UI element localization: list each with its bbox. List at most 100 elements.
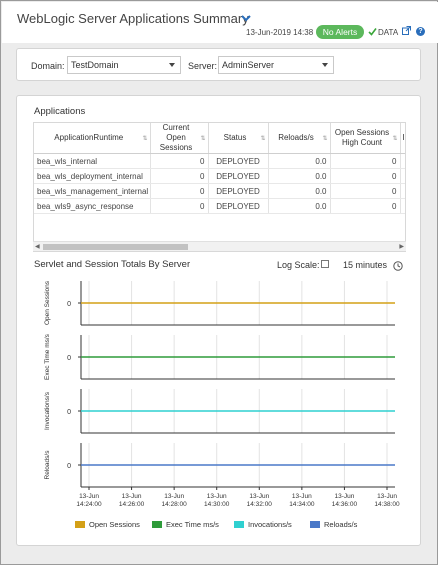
x-tick-label-date: 13-Jun xyxy=(334,493,354,500)
cell-open-sessions-high-count: 0 xyxy=(330,198,401,214)
scroll-left-icon[interactable]: ◀ xyxy=(35,243,40,250)
table-row[interactable]: bea_wls_deployment_internal 0 DEPLOYED 0… xyxy=(34,168,405,184)
legend-swatch xyxy=(234,521,244,528)
cell-application-runtime: bea_wls_management_internal xyxy=(34,183,151,199)
x-tick-label-date: 13-Jun xyxy=(164,493,184,500)
x-tick-label-time: 14:26:00 xyxy=(119,501,145,508)
sort-icon: ⇅ xyxy=(142,136,148,142)
y-tick-label: 0 xyxy=(67,301,71,308)
column-header-open-sessions-high-count[interactable]: Open Sessions High Count ⇅ xyxy=(330,123,401,154)
domain-select[interactable]: TestDomain xyxy=(67,56,181,74)
timestamp: 13-Jun-2019 14:38 xyxy=(246,28,314,37)
server-select[interactable]: AdminServer xyxy=(218,56,334,74)
legend-item[interactable]: Exec Time ms/s xyxy=(152,520,219,529)
cell-open-sessions-high-count: 0 xyxy=(330,168,401,184)
y-tick-label: 0 xyxy=(67,409,71,416)
data-label: DATA xyxy=(378,28,399,37)
x-tick-label-time: 14:38:00 xyxy=(374,501,400,508)
cell-truncated xyxy=(400,183,405,199)
server-label: Server: xyxy=(188,61,218,71)
table-horizontal-scrollbar[interactable]: ◀ ▶ xyxy=(33,241,406,251)
cell-open-sessions-high-count: 0 xyxy=(330,183,401,199)
scroll-right-icon[interactable]: ▶ xyxy=(399,243,404,250)
column-header-current-open-sessions[interactable]: Current Open Sessions ⇅ xyxy=(150,123,209,154)
cell-truncated xyxy=(400,153,405,169)
cell-application-runtime: bea_wls_deployment_internal xyxy=(34,168,151,184)
cell-status: DEPLOYED xyxy=(208,168,269,184)
caret-down-icon xyxy=(322,63,328,67)
x-tick-label-time: 14:36:00 xyxy=(332,501,358,508)
chevron-down-icon[interactable] xyxy=(240,13,252,23)
cell-current-open-sessions: 0 xyxy=(150,183,209,199)
applications-table: ApplicationRuntime ⇅ Current Open Session… xyxy=(33,122,406,252)
legend-swatch xyxy=(152,521,162,528)
cell-status: DEPLOYED xyxy=(208,183,269,199)
legend-item[interactable]: Invocations/s xyxy=(234,520,292,529)
check-icon xyxy=(368,28,377,36)
cell-status: DEPLOYED xyxy=(208,153,269,169)
log-scale-label: Log Scale: xyxy=(277,260,320,270)
log-scale-checkbox[interactable] xyxy=(321,260,329,268)
legend-item[interactable]: Reloads/s xyxy=(310,520,357,529)
cell-reloads: 0.0 xyxy=(268,198,331,214)
cell-truncated xyxy=(400,168,405,184)
sort-icon: ⇅ xyxy=(322,136,328,142)
column-header-truncated[interactable]: I xyxy=(400,123,405,154)
x-tick-label-time: 14:32:00 xyxy=(247,501,273,508)
column-header-status[interactable]: Status ⇅ xyxy=(208,123,269,154)
legend-label: Exec Time ms/s xyxy=(166,520,219,529)
external-link-icon[interactable] xyxy=(402,26,411,35)
legend-label: Open Sessions xyxy=(89,520,140,529)
column-header-label: Status xyxy=(223,133,247,142)
x-tick-label-time: 14:24:00 xyxy=(76,501,102,508)
column-header-label: I xyxy=(402,133,405,142)
cell-open-sessions-high-count: 0 xyxy=(330,153,401,169)
totals-chart: 0 Open Sessions 0 Exec Time ms/s 0 Invocation… xyxy=(44,280,400,508)
y-axis-label: Exec Time ms/s xyxy=(44,333,51,380)
table-row[interactable]: bea_wls_internal 0 DEPLOYED 0.0 0 xyxy=(34,153,405,169)
y-axis-label: Open Sessions xyxy=(44,280,51,325)
column-header-application-runtime[interactable]: ApplicationRuntime ⇅ xyxy=(34,123,151,154)
y-axis-label: Invocations/s xyxy=(44,391,51,430)
applications-title: Applications xyxy=(34,106,86,117)
x-tick-label-time: 14:34:00 xyxy=(289,501,315,508)
x-tick-label-date: 13-Jun xyxy=(79,493,99,500)
cell-current-open-sessions: 0 xyxy=(150,168,209,184)
y-axis-label: Reloads/s xyxy=(44,450,51,480)
cell-application-runtime: bea_wls_internal xyxy=(34,153,151,169)
help-icon[interactable]: ? xyxy=(416,27,425,36)
legend-item[interactable]: Open Sessions xyxy=(75,520,140,529)
table-row[interactable]: bea_wls9_async_response 0 DEPLOYED 0.0 0 xyxy=(34,198,405,214)
page-title: WebLogic Server Applications Summary xyxy=(17,11,249,26)
scrollbar-thumb[interactable] xyxy=(43,244,188,250)
x-tick-label-date: 13-Jun xyxy=(122,493,142,500)
cell-status: DEPLOYED xyxy=(208,198,269,214)
x-tick-label-date: 13-Jun xyxy=(207,493,227,500)
cell-current-open-sessions: 0 xyxy=(150,153,209,169)
y-tick-label: 0 xyxy=(67,355,71,362)
y-tick-label: 0 xyxy=(67,463,71,470)
cell-reloads: 0.0 xyxy=(268,153,331,169)
table-row[interactable]: bea_wls_management_internal 0 DEPLOYED 0… xyxy=(34,183,405,199)
cell-truncated xyxy=(400,198,405,214)
cell-reloads: 0.0 xyxy=(268,168,331,184)
x-tick-label-time: 14:28:00 xyxy=(161,501,187,508)
sort-icon: ⇅ xyxy=(392,136,398,142)
x-tick-label-time: 14:30:00 xyxy=(204,501,230,508)
sort-icon: ⇅ xyxy=(260,136,266,142)
domain-label: Domain: xyxy=(31,61,65,71)
column-header-reloads[interactable]: Reloads/s ⇅ xyxy=(268,123,331,154)
cell-application-runtime: bea_wls9_async_response xyxy=(34,198,151,214)
app-window: WebLogic Server Applications Summary 13-… xyxy=(0,0,438,565)
column-header-label: ApplicationRuntime xyxy=(54,133,124,142)
legend-swatch xyxy=(75,521,85,528)
legend-label: Reloads/s xyxy=(324,520,358,529)
legend-swatch xyxy=(310,521,320,528)
x-tick-label-date: 13-Jun xyxy=(292,493,312,500)
alert-status-badge[interactable]: No Alerts xyxy=(316,25,364,39)
table-header-row: ApplicationRuntime ⇅ Current Open Session… xyxy=(34,123,405,154)
column-header-label: Reloads/s xyxy=(278,133,314,142)
header-bar: WebLogic Server Applications Summary 13-… xyxy=(2,2,438,43)
clock-icon[interactable] xyxy=(393,261,403,271)
filter-panel: Domain: TestDomain Server: AdminServer xyxy=(16,48,421,81)
